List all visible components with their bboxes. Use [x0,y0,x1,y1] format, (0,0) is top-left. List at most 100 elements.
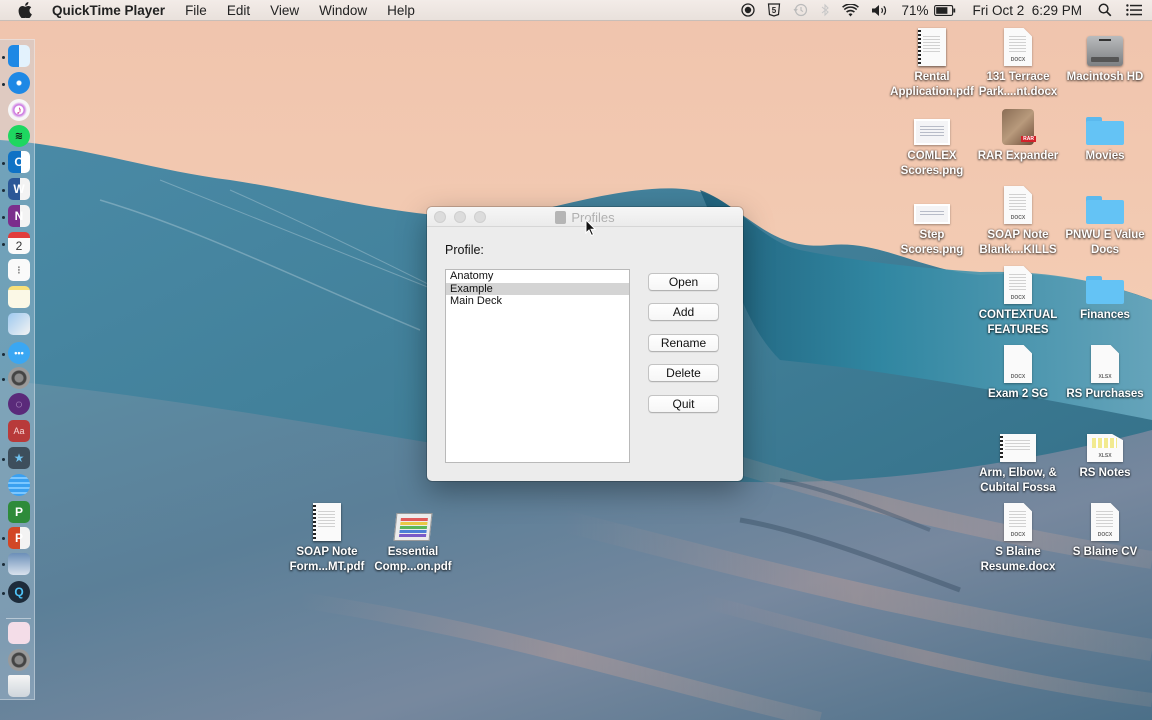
menu-edit[interactable]: Edit [217,0,260,21]
profiles-window: Profiles Profile: Anatomy Example Main D… [427,207,743,481]
dock-image-viewer-icon[interactable] [8,553,30,575]
delete-button[interactable]: Delete [648,364,719,382]
battery-percent[interactable]: 71% [895,0,934,21]
pdf-file-icon [912,26,952,66]
menu-view[interactable]: View [260,0,309,21]
desktop-icon-essential-comp[interactable]: Essential Comp...on.pdf [368,501,458,575]
zoom-button[interactable] [474,210,486,223]
desktop-icon-movies[interactable]: Movies [1060,105,1150,164]
bluetooth-icon[interactable] [814,0,836,21]
pdf-file-icon [998,422,1038,462]
add-button[interactable]: Add [648,303,719,321]
profile-list[interactable]: Anatomy Example Main Deck [445,269,630,463]
dock-notes-icon[interactable] [8,286,30,308]
docx-file-icon: DOCX [998,501,1038,541]
icon-label: PNWU E Value [1065,229,1145,241]
dock-spotify-icon[interactable]: ≋ [8,125,30,147]
menu-app-name[interactable]: QuickTime Player [48,0,175,21]
icon-label: Docs [1090,244,1120,256]
profile-list-item-selected[interactable]: Example [446,282,629,296]
icon-label: FEATURES [987,324,1049,336]
time-machine-icon[interactable] [787,0,814,21]
desktop-icon-pnwu-e-value-docs[interactable]: PNWU E Value Docs [1060,184,1150,258]
running-indicator [2,162,5,165]
running-indicator [2,537,5,540]
quit-button[interactable]: Quit [648,395,719,413]
menu-bar: QuickTime Player File Edit View Window H… [0,0,1152,21]
desktop-icon-rental-application[interactable]: Rental Application.pdf [887,26,977,100]
dock-dictionary-icon[interactable]: Aa [8,420,30,442]
svg-text:5: 5 [772,6,777,15]
desktop-icon-finances[interactable]: Finances [1060,264,1150,323]
dock-project-icon[interactable]: P [8,501,30,523]
volume-icon[interactable] [865,0,895,21]
icon-label: Resume.docx [980,561,1056,573]
dock-stack-app-icon[interactable] [8,474,30,496]
dock-word-icon[interactable]: W [8,178,30,200]
dock-downloads-stack-icon[interactable] [8,622,30,644]
dock-anki-icon[interactable]: ★ [8,447,30,469]
wifi-icon[interactable] [836,0,865,21]
icon-label: Arm, Elbow, & [979,467,1057,479]
running-indicator [2,56,5,59]
dock-reminders-icon[interactable]: ⋮ [8,259,30,281]
icon-label: CONTEXTUAL [978,309,1058,321]
notification-center-icon[interactable] [1118,0,1152,21]
desktop-icon-soap-note-form[interactable]: SOAP Note Form...MT.pdf [282,501,372,575]
profile-list-item[interactable]: Main Deck [446,295,629,308]
desktop-icon-macintosh-hd[interactable]: Macintosh HD [1060,26,1150,85]
pdf-file-icon [307,501,347,541]
dock-finder-icon[interactable] [8,45,30,67]
desktop-icon-rar-expander[interactable]: RAR RAR Expander [973,105,1063,164]
image-file-icon [912,184,952,224]
dock-preview-icon[interactable] [8,313,30,335]
close-button[interactable] [434,210,446,223]
file-ext-label: DOCX [1010,295,1026,301]
desktop-icon-s-blaine-cv[interactable]: DOCX S Blaine CV [1060,501,1150,560]
html5-icon[interactable]: 5 [761,0,787,21]
mouse-cursor-icon [585,219,597,237]
icon-label: RS Purchases [1066,388,1144,400]
dock-system-preferences-icon[interactable] [8,367,30,389]
desktop-icon-contextual-features[interactable]: DOCX CONTEXTUAL FEATURES [973,264,1063,338]
dock-powerpoint-icon[interactable]: P [8,527,30,549]
dock-messages-icon[interactable]: ••• [8,342,30,364]
desktop-icon-rs-purchases[interactable]: XLSX RS Purchases [1060,343,1150,402]
dock-onenote-icon[interactable]: N [8,205,30,227]
menu-file[interactable]: File [175,0,217,21]
icon-label: SOAP Note [987,229,1049,241]
desktop-icon-exam-2-sg[interactable]: DOCX Exam 2 SG [973,343,1063,402]
apple-menu-icon[interactable] [18,2,32,18]
dock-safari-icon[interactable] [8,72,30,94]
desktop-icon-comlex-scores[interactable]: COMLEX Scores.png [887,105,977,179]
running-indicator [2,458,5,461]
screen-record-icon[interactable] [735,0,761,21]
dock-quicktime-icon[interactable]: Q [8,581,30,603]
dock-calendar-icon[interactable]: 2 [8,232,30,254]
desktop-icon-arm-elbow-cubital-fossa[interactable]: Arm, Elbow, & Cubital Fossa [973,422,1063,496]
desktop-icon-rs-notes[interactable]: XLSX RS Notes [1060,422,1150,481]
spotlight-search-icon[interactable] [1092,0,1118,21]
desktop-icon-131-terrace[interactable]: DOCX 131 Terrace Park....nt.docx [973,26,1063,100]
dock-outlook-icon[interactable]: O [8,151,30,173]
rename-button[interactable]: Rename [648,334,719,352]
desktop-icon-s-blaine-resume[interactable]: DOCX S Blaine Resume.docx [973,501,1063,575]
menu-window[interactable]: Window [309,0,377,21]
icon-label: S Blaine CV [1072,546,1138,558]
icon-label: Movies [1085,150,1125,162]
dock-itunes-icon[interactable]: ♪ [8,99,30,121]
desktop-icon-step-scores[interactable]: Step Scores.png [887,184,977,258]
dock-bittorrent-icon[interactable]: ◌ [8,393,30,415]
icon-label: RS Notes [1079,467,1131,479]
battery-icon[interactable] [934,0,962,21]
xlsx-file-icon: XLSX [1085,343,1125,383]
minimize-button[interactable] [454,210,466,223]
dock-trash-icon[interactable] [8,675,30,697]
desktop-icon-soap-note-blank[interactable]: DOCX SOAP Note Blank....KILLS [973,184,1063,258]
open-button[interactable]: Open [648,273,719,291]
dock-system-preferences-2-icon[interactable] [8,649,30,671]
menu-help[interactable]: Help [377,0,425,21]
icon-label: Form...MT.pdf [289,561,365,573]
profile-list-item[interactable]: Anatomy [446,270,629,283]
clock[interactable]: Fri Oct 2 6:29 PM [962,0,1092,21]
